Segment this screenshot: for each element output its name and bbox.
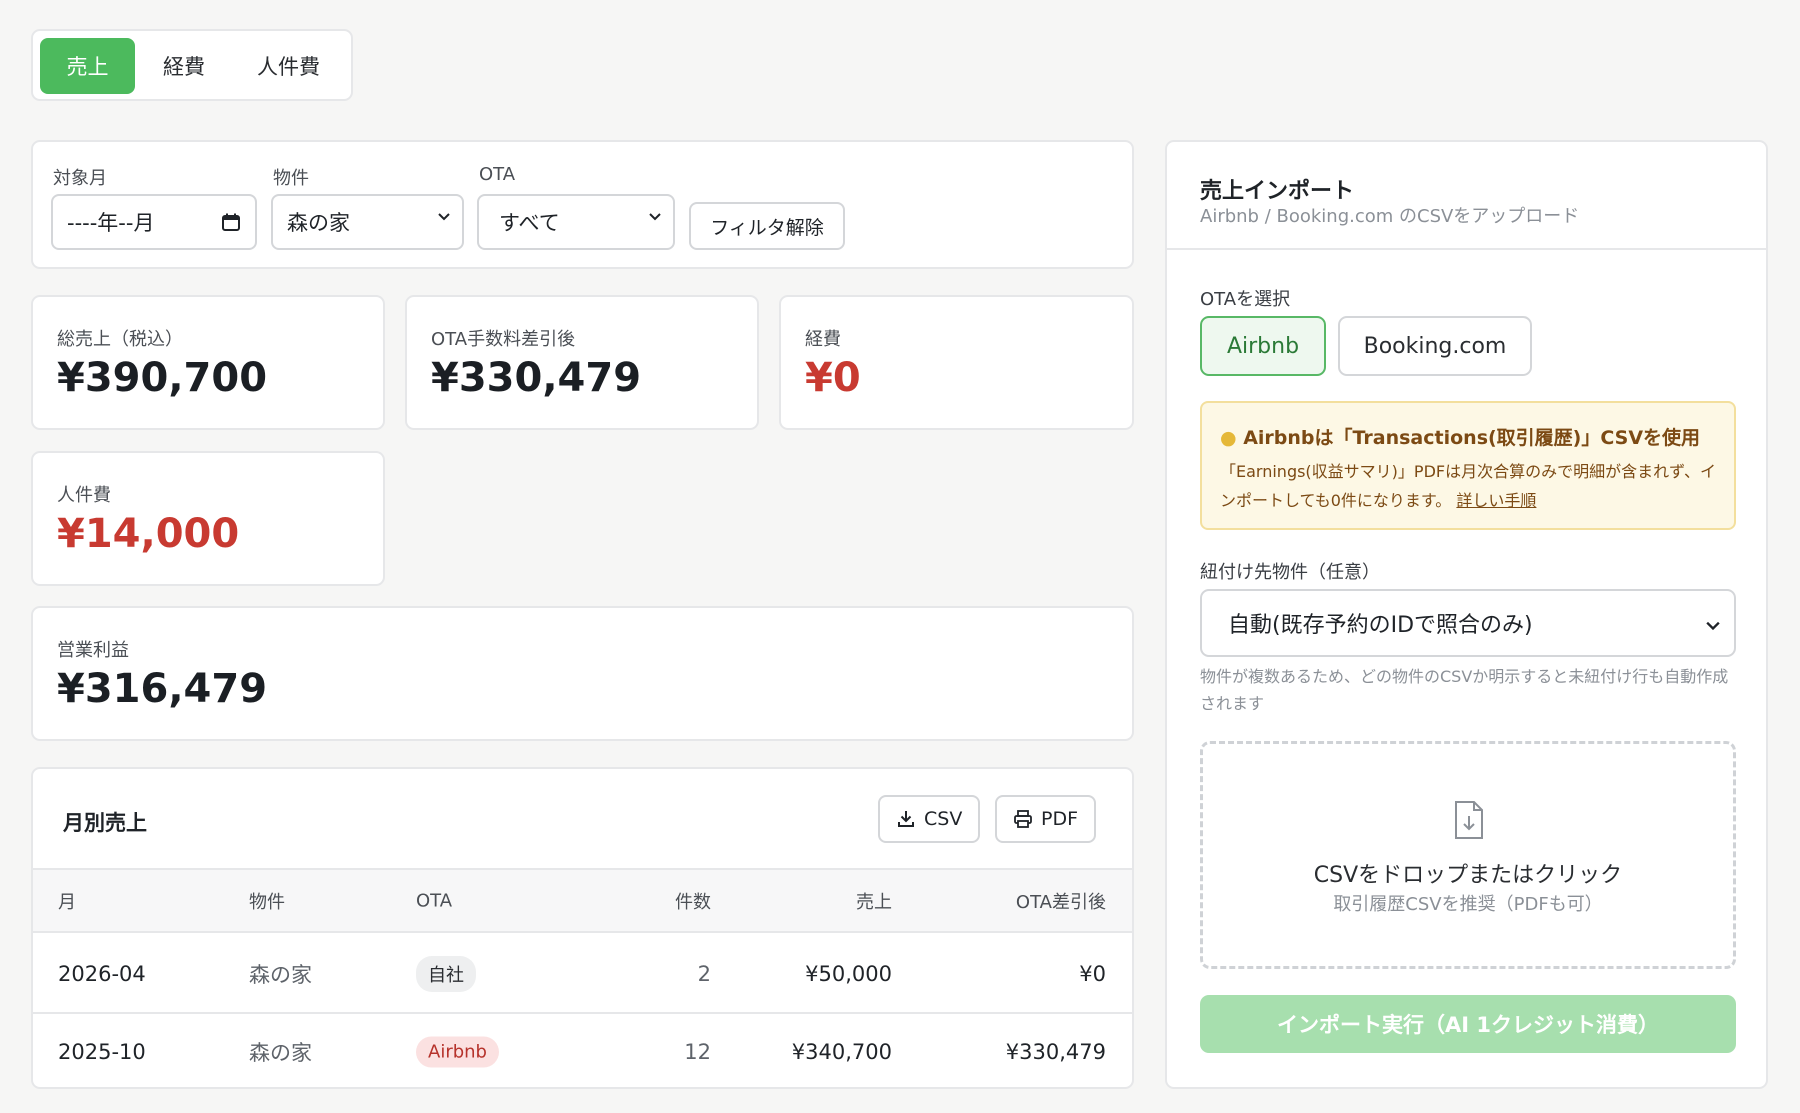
import-header: 売上インポート Airbnb / Booking.com のCSVをアップロード [1167,142,1766,250]
expenses-card: 経費 ¥0 [779,295,1134,430]
month-cell: 2026-04 [58,961,146,986]
column-header: 月 [58,891,76,913]
calendar-icon[interactable] [221,212,241,232]
labor-label: 人件費 [57,485,111,506]
clear-filter-button[interactable]: フィルタ解除 [689,202,845,250]
table-row[interactable]: 2026-04 森の家 自社 2 ¥50,000 ¥0 [33,935,1132,1012]
file-download-icon [1455,801,1483,839]
table-row[interactable]: 2025-10 森の家 Airbnb 12 ¥340,700 ¥330,479 [33,1012,1132,1087]
property-cell: 森の家 [249,1040,312,1065]
column-header: 売上 [856,891,892,913]
count-cell: 2 [697,961,711,986]
table-header: 月 物件 OTA 件数 売上 OTA差引後 [33,868,1132,933]
operating-profit-label: 営業利益 [57,640,129,661]
link-property-value: 自動(既存予約のIDで照合のみ) [1228,613,1533,638]
column-header: 物件 [249,891,285,913]
link-property-label: 紐付け先物件（任意） [1200,562,1380,583]
month-cell: 2025-10 [58,1039,146,1064]
labor-value: ¥14,000 [57,511,240,557]
link-property-hint: 物件が複数あるため、どの物件のCSVか明示すると未紐付け行も自動作成されます [1200,667,1729,713]
sales-cell: ¥340,700 [791,1039,892,1064]
tab-sales[interactable]: 売上 [40,38,135,94]
month-filter-label: 対象月 [53,168,107,189]
pdf-button-label: PDF [1041,808,1079,830]
ota-select-value: すべて [499,211,560,235]
ota-filter-label: OTA [479,164,516,185]
net-cell: ¥0 [1079,961,1106,986]
tip-body: 「Earnings(収益サマリ)」PDFは月次合算のみで明細が含まれず、インポー… [1220,462,1716,510]
monthly-sales-card: 月別売上 CSV PDF 月 物件 OTA 件数 売上 OTA差引後 2026-… [31,767,1134,1089]
run-import-button[interactable]: インポート実行（AI 1クレジット消費） [1200,995,1736,1053]
month-picker-value: ----年--月 [67,211,155,235]
after-ota-card: OTA手数料差引後 ¥330,479 [405,295,759,430]
operating-profit-card: 営業利益 ¥316,479 [31,606,1134,741]
chevron-down-icon [438,213,450,221]
expenses-value: ¥0 [805,355,861,401]
csv-download-button[interactable]: CSV [878,795,981,843]
detail-steps-link[interactable]: 詳しい手順 [1456,491,1536,510]
ota-select[interactable]: すべて [477,194,675,250]
filter-panel: 対象月 ----年--月 物件 森の家 OTA すべて フィルタ解除 [31,140,1134,269]
property-select-value: 森の家 [287,211,350,235]
dropzone-title: CSVをドロップまたはクリック [1313,863,1623,888]
import-subtitle: Airbnb / Booking.com のCSVをアップロード [1200,206,1580,227]
monthly-sales-title: 月別売上 [63,811,147,835]
chevron-down-icon [649,213,661,221]
after-ota-label: OTA手数料差引後 [431,329,576,350]
ota-option-booking[interactable]: Booking.com [1338,316,1532,376]
total-sales-value: ¥390,700 [57,355,268,401]
dropzone-subtitle: 取引履歴CSVを推奨（PDFも可） [1333,894,1603,915]
property-filter-label: 物件 [273,168,309,189]
sales-import-panel: 売上インポート Airbnb / Booking.com のCSVをアップロード… [1165,140,1768,1089]
labor-card: 人件費 ¥14,000 [31,451,385,586]
link-property-select[interactable]: 自動(既存予約のIDで照合のみ) [1200,589,1736,657]
sales-cell: ¥50,000 [805,961,892,986]
property-cell: 森の家 [249,962,312,987]
after-ota-value: ¥330,479 [431,355,642,401]
category-tabs: 売上 経費 人件費 [31,29,353,101]
csv-dropzone[interactable]: CSVをドロップまたはクリック 取引履歴CSVを推奨（PDFも可） [1200,741,1736,969]
tip-title: ● Airbnbは「Transactions(取引履歴)」CSVを使用 [1220,427,1701,449]
download-icon [898,811,914,827]
tab-labor[interactable]: 人件費 [233,38,344,94]
airbnb-tip-box: ● Airbnbは「Transactions(取引履歴)」CSVを使用 「Ear… [1200,401,1736,530]
column-header: OTA差引後 [1015,891,1106,913]
lightbulb-icon: ● [1220,427,1237,449]
count-cell: 12 [684,1039,711,1064]
column-header: 件数 [675,891,711,913]
operating-profit-value: ¥316,479 [57,666,268,712]
tab-expenses[interactable]: 経費 [139,38,229,94]
month-picker[interactable]: ----年--月 [51,194,257,250]
total-sales-card: 総売上（税込） ¥390,700 [31,295,385,430]
printer-icon [1014,810,1032,828]
import-title: 売上インポート [1200,179,1355,204]
property-select[interactable]: 森の家 [271,194,464,250]
pdf-print-button[interactable]: PDF [995,795,1097,843]
net-cell: ¥330,479 [1005,1039,1106,1064]
total-sales-label: 総売上（税込） [57,329,183,350]
ota-badge: Airbnb [416,1036,499,1067]
csv-button-label: CSV [924,808,963,830]
expenses-label: 経費 [805,329,841,350]
ota-option-airbnb[interactable]: Airbnb [1200,316,1326,376]
column-header: OTA [416,890,453,911]
ota-select-label: OTAを選択 [1200,289,1291,310]
ota-badge: 自社 [416,955,476,992]
chevron-down-icon [1706,621,1720,631]
